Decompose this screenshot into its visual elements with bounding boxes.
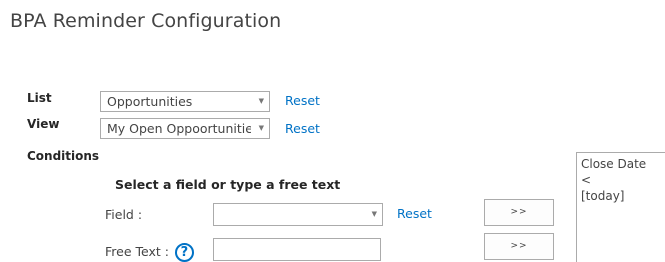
bpa-reminder-config-page: BPA Reminder Configuration List Opportun… [0,0,665,262]
page-title: BPA Reminder Configuration [10,10,282,32]
expression-line: [today] [581,189,625,203]
view-label: View [27,117,60,131]
list-select-value: Opportunities [107,94,193,109]
field-label: Field : [105,207,143,222]
free-text-label-group: Free Text : ? [105,243,194,262]
add-field-button[interactable]: >> [484,199,554,226]
field-reset-link[interactable]: Reset [397,206,432,221]
list-select[interactable]: Opportunities ▼ [100,91,270,112]
free-text-input[interactable] [213,238,381,261]
view-select[interactable]: My Open Oppoortunities ▼ [100,118,270,139]
list-label: List [27,91,52,105]
expression-line: Close Date [581,157,647,171]
view-reset-link[interactable]: Reset [285,121,320,136]
free-text-label: Free Text : [105,244,169,259]
help-icon[interactable]: ? [174,243,194,262]
chevron-down-icon: ▼ [371,210,377,218]
field-select[interactable]: ▼ [213,203,383,226]
conditions-label: Conditions [27,149,100,163]
expression-line: < [581,173,592,187]
chevron-down-icon: ▼ [258,97,264,105]
add-free-text-button[interactable]: >> [484,233,554,260]
conditions-sub-header: Select a field or type a free text [115,177,341,192]
view-select-value: My Open Oppoortunities [107,121,251,136]
chevron-down-icon: ▼ [258,124,264,132]
conditions-expression-box[interactable]: Close Date < [today] [576,152,665,262]
list-reset-link[interactable]: Reset [285,93,320,108]
